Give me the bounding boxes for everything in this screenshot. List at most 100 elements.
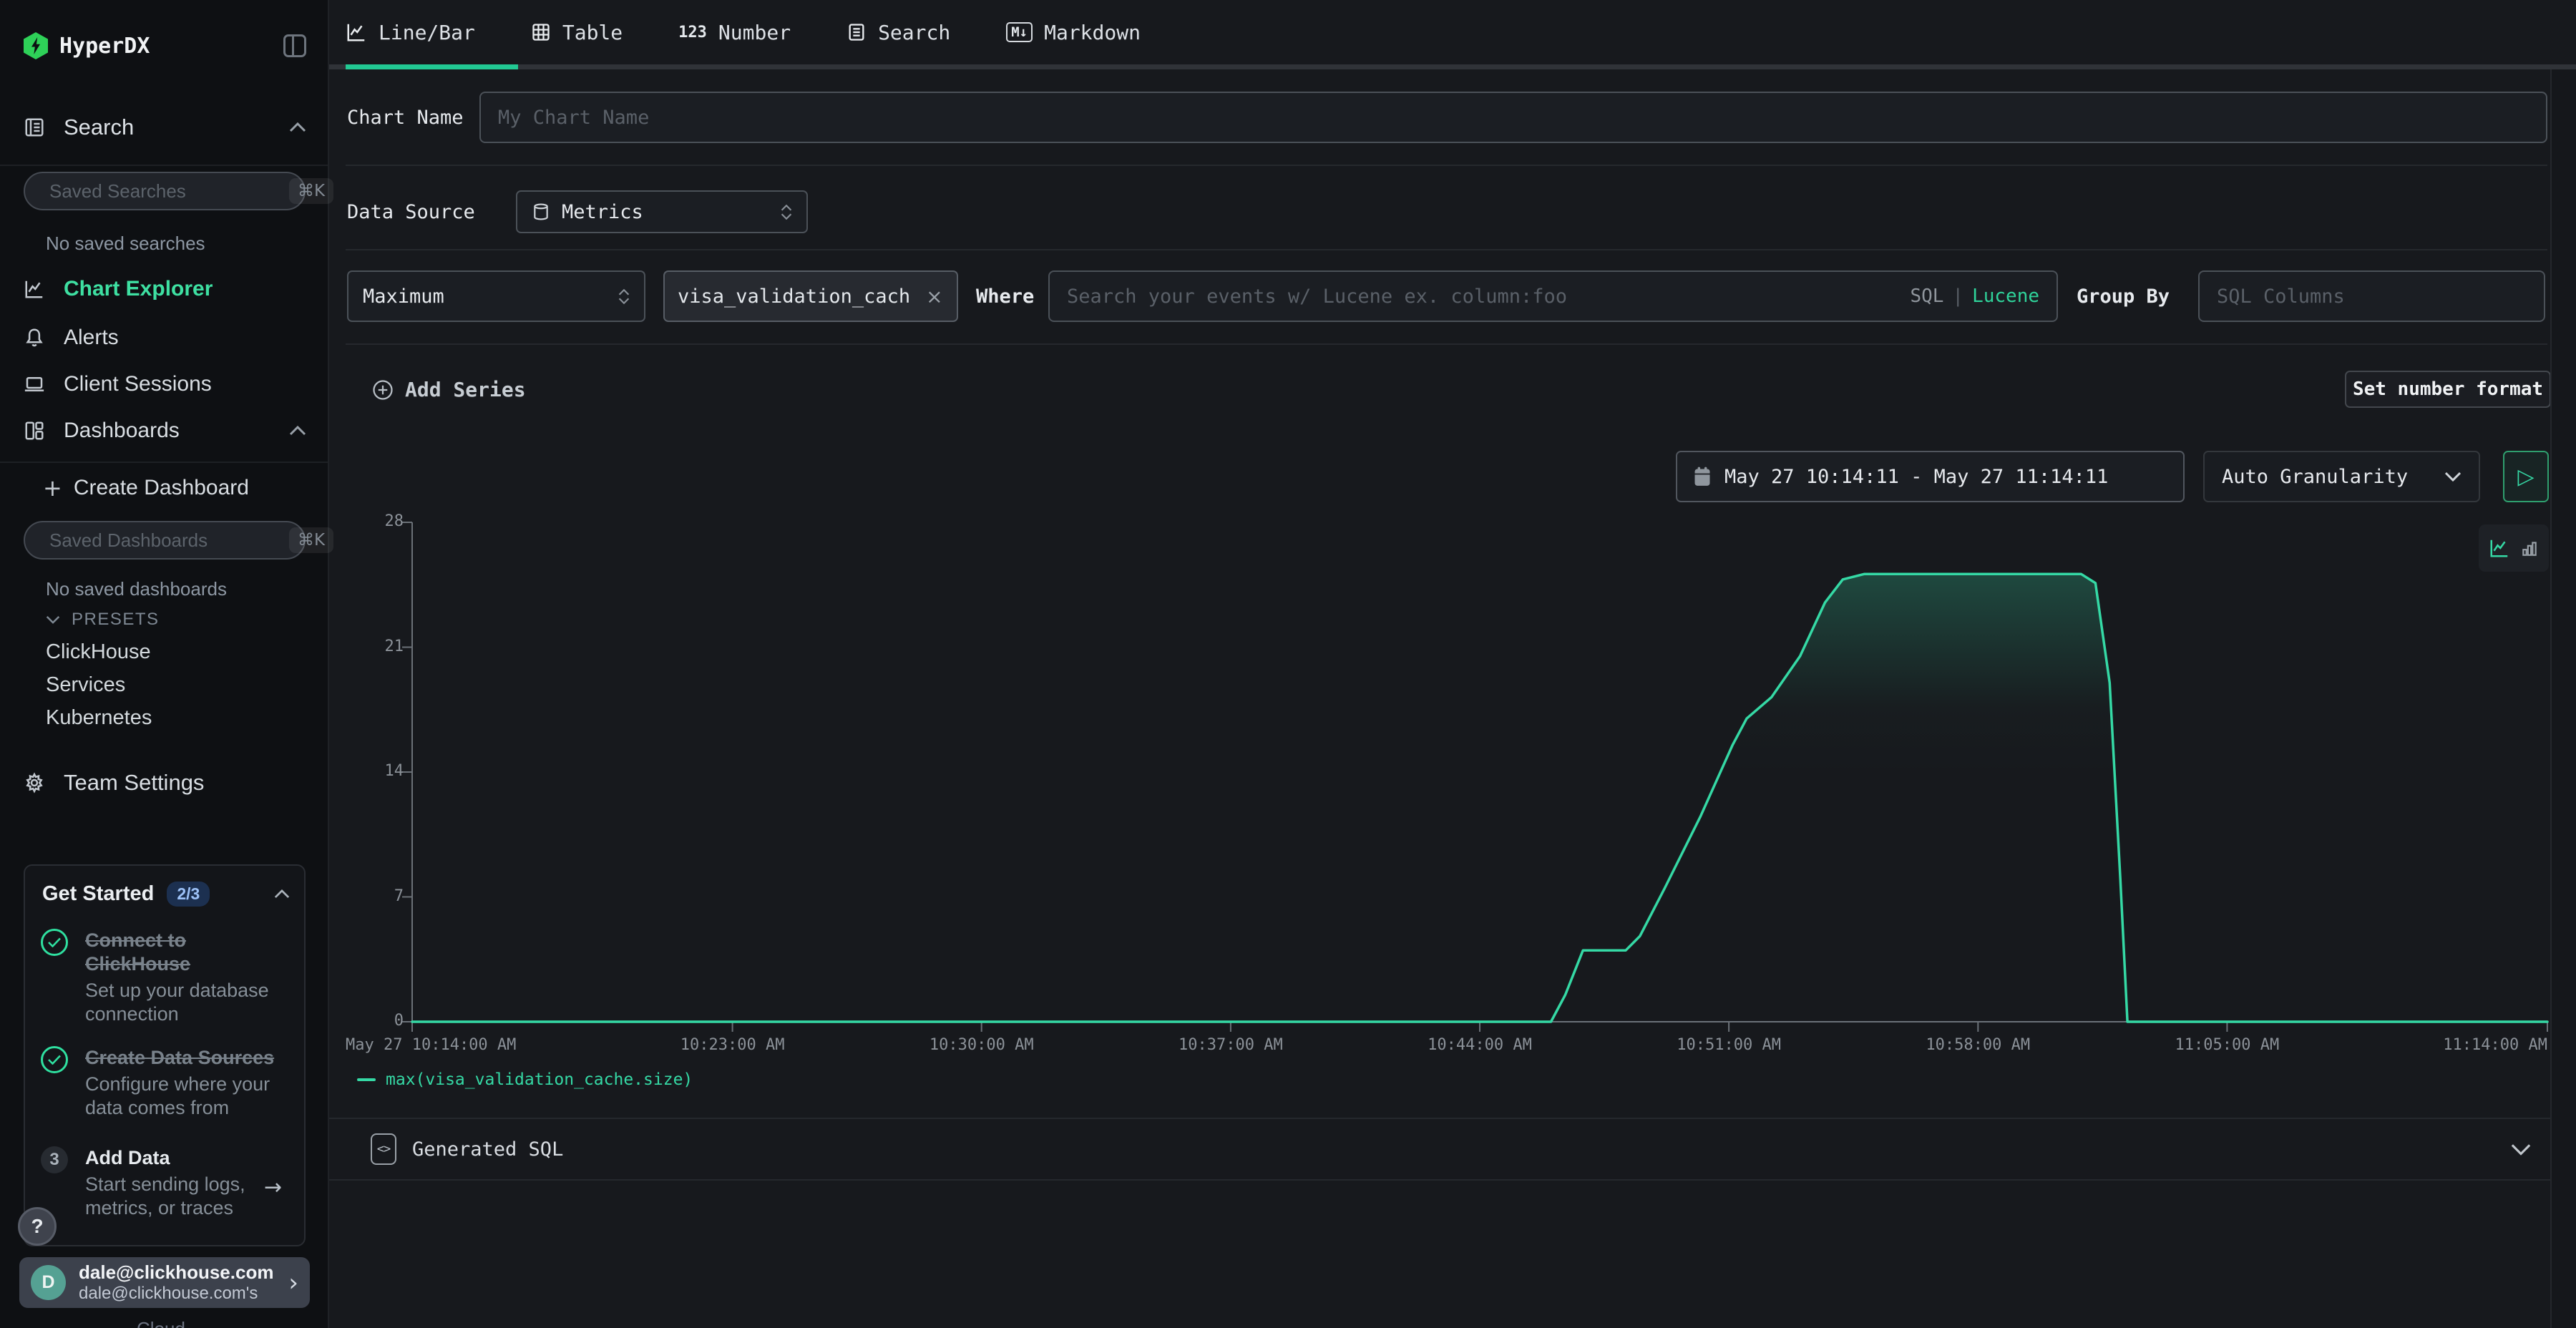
no-saved-dashboards-text: No saved dashboards xyxy=(46,578,227,600)
granularity-select[interactable]: Auto Granularity xyxy=(2203,451,2480,502)
section-divider xyxy=(346,249,2547,250)
plus-circle-icon xyxy=(372,379,394,401)
add-series-button[interactable]: Add Series xyxy=(372,378,526,401)
y-axis-tick: 0 xyxy=(329,1012,404,1030)
add-series-label: Add Series xyxy=(405,378,526,401)
x-axis-tick: 10:37:00 AM xyxy=(1179,1036,1283,1054)
date-range-picker[interactable]: May 27 10:14:11 - May 27 11:14:11 xyxy=(1676,451,2185,502)
chart-type-tabbar: Line/Bar Table 123 Number Search M↓ Ma xyxy=(329,0,2576,69)
chevron-up-icon[interactable] xyxy=(289,122,306,132)
tab-markdown[interactable]: M↓ Markdown xyxy=(1006,21,1141,44)
plus-icon: + xyxy=(43,474,62,502)
tab-label: Number xyxy=(718,21,791,44)
y-axis-tick: 28 xyxy=(329,512,404,530)
sidebar-item-chart-explorer[interactable]: Chart Explorer xyxy=(24,273,306,305)
dashboard-grid-icon xyxy=(24,420,45,441)
no-saved-searches-text: No saved searches xyxy=(46,233,205,255)
where-input[interactable] xyxy=(1050,272,2057,321)
x-axis-tick: 10:58:00 AM xyxy=(1926,1036,2030,1054)
saved-searches-input[interactable] xyxy=(49,180,289,202)
saved-searches-search[interactable]: ⌘K xyxy=(24,172,306,210)
avatar: D xyxy=(31,1265,66,1300)
main-content: Line/Bar Table 123 Number Search M↓ Ma xyxy=(329,0,2576,1328)
chevron-down-icon xyxy=(2444,472,2462,482)
get-started-item-sources[interactable]: Create Data Sources Configure where your… xyxy=(41,1046,293,1120)
arrow-right-icon: → xyxy=(264,1175,286,1220)
section-search-label: Search xyxy=(64,114,134,140)
query-language-toggle: SQL | Lucene xyxy=(1910,272,2039,321)
data-source-select[interactable]: Metrics xyxy=(516,190,808,233)
presets-toggle[interactable]: PRESETS xyxy=(46,610,160,630)
chevron-up-icon[interactable] xyxy=(274,889,290,899)
chevron-right-icon: › xyxy=(288,1269,298,1297)
sql-mode-button[interactable]: SQL xyxy=(1910,285,1943,307)
section-divider xyxy=(346,165,2547,166)
select-chevrons-icon xyxy=(781,205,792,220)
aggregation-value: Maximum xyxy=(363,285,444,308)
timeseries-chart[interactable] xyxy=(412,522,2547,1022)
run-query-button[interactable]: ▷ xyxy=(2503,451,2549,502)
sidebar-item-client-sessions[interactable]: Client Sessions xyxy=(24,368,306,400)
section-search[interactable]: Search xyxy=(24,113,306,142)
series-line xyxy=(412,574,2547,1022)
chart-legend[interactable]: max(visa_validation_cache.size) xyxy=(357,1070,693,1089)
progress-badge: 2/3 xyxy=(167,882,210,907)
remove-metric-icon[interactable]: × xyxy=(926,285,942,308)
step-title: Create Data Sources xyxy=(85,1046,293,1070)
saved-dashboards-input[interactable] xyxy=(49,529,289,552)
section-divider xyxy=(346,343,2547,345)
preset-clickhouse[interactable]: ClickHouse xyxy=(46,640,151,664)
sidebar-collapse-icon[interactable] xyxy=(283,34,306,57)
metric-chip[interactable]: visa_validation_cach × xyxy=(663,270,958,322)
get-started-item-connect[interactable]: Connect to ClickHouse Set up your databa… xyxy=(41,929,293,1026)
step-subtitle: Set up your database connection xyxy=(85,979,293,1026)
table-icon xyxy=(531,22,551,42)
calendar-icon xyxy=(1693,467,1712,487)
generated-sql-toggle[interactable]: <> Generated SQL xyxy=(329,1118,2552,1181)
team-settings-button[interactable]: Team Settings xyxy=(24,767,306,799)
x-axis-tick: May 27 10:14:00 AM xyxy=(346,1036,516,1054)
granularity-value: Auto Granularity xyxy=(2222,466,2408,488)
sidebar-item-label: Alerts xyxy=(64,326,119,350)
sidebar-item-dashboards[interactable]: Dashboards xyxy=(24,415,306,446)
sidebar: HyperDX Search ⌘K No saved searches Char… xyxy=(0,0,329,1328)
x-axis-tick: 10:23:00 AM xyxy=(680,1036,785,1054)
get-started-title: Get Started xyxy=(42,882,154,906)
aggregation-select[interactable]: Maximum xyxy=(347,270,645,322)
sidebar-item-alerts[interactable]: Alerts xyxy=(24,322,306,353)
group-by-input[interactable] xyxy=(2200,272,2544,321)
gear-icon xyxy=(24,772,45,794)
chevron-up-icon[interactable] xyxy=(289,426,306,436)
lucene-mode-button[interactable]: Lucene xyxy=(1972,285,2039,307)
get-started-item-add-data[interactable]: 3 Add Data Start sending logs, metrics, … xyxy=(41,1146,293,1220)
check-circle-icon xyxy=(41,929,68,956)
tab-line-bar[interactable]: Line/Bar xyxy=(346,21,475,44)
tab-table[interactable]: Table xyxy=(531,21,623,44)
database-icon xyxy=(532,202,550,221)
y-axis-tick: 7 xyxy=(329,887,404,905)
chart-name-input[interactable] xyxy=(481,93,2546,142)
preset-kubernetes[interactable]: Kubernetes xyxy=(46,706,152,730)
team-settings-label: Team Settings xyxy=(64,770,204,796)
tab-number[interactable]: 123 Number xyxy=(678,21,791,44)
saved-dashboards-search[interactable]: ⌘K xyxy=(24,521,306,560)
chevron-down-icon xyxy=(2510,1143,2532,1156)
user-team: dale@clickhouse.com's xyxy=(79,1284,273,1304)
set-number-format-button[interactable]: Set number format xyxy=(2345,371,2551,408)
line-chart-icon xyxy=(24,278,45,300)
sidebar-item-label: Chart Explorer xyxy=(64,277,213,301)
number-123-icon: 123 xyxy=(678,24,707,42)
data-source-value: Metrics xyxy=(562,201,643,223)
create-dashboard-button[interactable]: + Create Dashboard xyxy=(43,472,306,504)
x-axis-tick: 10:30:00 AM xyxy=(930,1036,1034,1054)
help-button[interactable]: ? xyxy=(18,1207,57,1246)
preset-services[interactable]: Services xyxy=(46,673,125,697)
tab-search[interactable]: Search xyxy=(847,21,950,44)
user-menu[interactable]: D dale@clickhouse.com dale@clickhouse.co… xyxy=(19,1257,310,1308)
scroll-gutter[interactable] xyxy=(2550,69,2576,1328)
list-icon xyxy=(847,22,867,42)
get-started-header[interactable]: Get Started 2/3 xyxy=(42,882,290,907)
chart-name-label: Chart Name xyxy=(347,92,464,143)
chart-name-field xyxy=(479,92,2547,143)
logo-row: HyperDX xyxy=(24,30,306,62)
